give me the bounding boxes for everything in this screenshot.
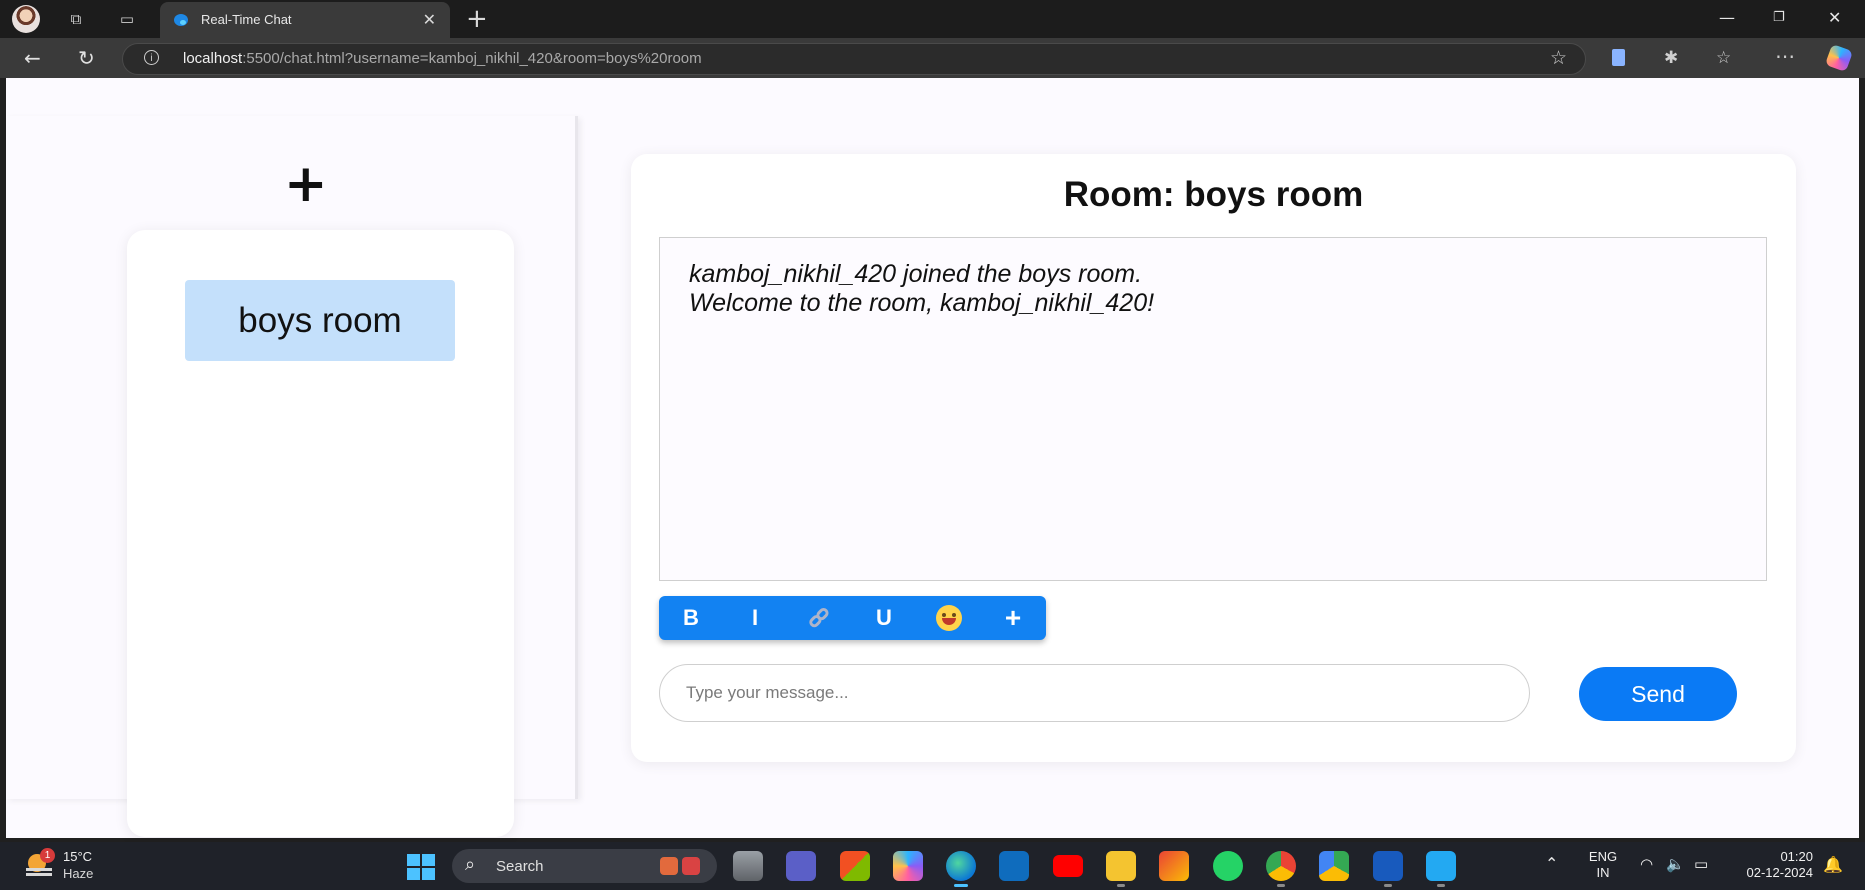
profile-avatar[interactable]: [12, 5, 40, 33]
task-view-icon[interactable]: [733, 851, 763, 881]
italic-button[interactable]: I: [737, 604, 773, 632]
formatting-toolbar: B I U +: [659, 596, 1046, 640]
site-info-icon[interactable]: i: [144, 50, 159, 65]
outlook-icon[interactable]: [999, 851, 1029, 881]
url-host: localhost: [183, 50, 243, 67]
chat-favicon-icon: [174, 14, 188, 26]
search-icon: ⌕: [465, 854, 476, 875]
clock-date: 02-12-2024: [1746, 865, 1814, 880]
extensions-puzzle-icon[interactable]: ✱: [1664, 48, 1678, 68]
browser-tab-bar: ⧉ ▭ Real-Time Chat ✕ + — ❐ ✕: [0, 0, 1865, 38]
battery-icon[interactable]: ▭: [1694, 855, 1708, 873]
lang-region: IN: [1596, 865, 1610, 880]
youtube-icon[interactable]: [1053, 855, 1083, 877]
windows-start-icon[interactable]: [407, 854, 435, 880]
edge-icon[interactable]: [946, 851, 976, 887]
whatsapp-icon[interactable]: [1213, 851, 1243, 881]
restore-button[interactable]: ❐: [1773, 10, 1785, 25]
wifi-icon[interactable]: ◠: [1640, 855, 1653, 873]
extension-icon[interactable]: [1612, 49, 1625, 66]
google-drive-icon[interactable]: [1319, 851, 1349, 881]
new-tab-button[interactable]: +: [466, 4, 488, 34]
search-highlight-icon: [660, 855, 706, 877]
system-clock[interactable]: 01:20 02-12-2024: [1733, 849, 1814, 881]
gmail-icon[interactable]: [1159, 851, 1189, 881]
link-button[interactable]: [802, 604, 838, 632]
room-title: Room: boys room: [1063, 175, 1364, 214]
chrome-icon[interactable]: [1266, 851, 1296, 887]
address-bar-row: ← ↻ i localhost:5500/chat.html?username=…: [0, 38, 1865, 78]
bold-button[interactable]: B: [673, 604, 709, 632]
message-item: kamboj_nikhil_420 joined the boys room.: [689, 260, 1143, 288]
chat-panel: Room: boys room kamboj_nikhil_420 joined…: [631, 154, 1796, 762]
workspaces-icon[interactable]: ⧉: [66, 9, 86, 29]
favorite-star-icon[interactable]: ☆: [1550, 47, 1567, 69]
file-explorer-icon[interactable]: [1106, 851, 1136, 887]
notifications-bell-icon[interactable]: 🔔: [1823, 855, 1843, 874]
tab-close-icon[interactable]: ✕: [423, 10, 436, 29]
smiley-icon: [936, 605, 962, 631]
search-label: Search: [496, 858, 544, 875]
rooms-sidebar: + boys room: [6, 116, 578, 837]
vertical-tabs-icon[interactable]: ▭: [117, 9, 137, 29]
volume-icon[interactable]: 🔈: [1666, 855, 1685, 873]
room-list: boys room: [127, 230, 514, 837]
link-icon: [807, 605, 832, 630]
weather-temp[interactable]: 15°C: [63, 849, 92, 864]
send-button[interactable]: Send: [1579, 667, 1737, 721]
show-hidden-icons-icon[interactable]: ⌃: [1545, 854, 1558, 873]
room-item-boys-room[interactable]: boys room: [185, 280, 455, 361]
word-icon[interactable]: [1373, 851, 1403, 887]
copilot-icon[interactable]: [1824, 43, 1854, 73]
address-bar[interactable]: i localhost:5500/chat.html?username=kamb…: [122, 43, 1586, 75]
message-input[interactable]: [659, 664, 1530, 722]
favorites-icon[interactable]: ☆: [1716, 48, 1731, 68]
language-indicator[interactable]: ENG IN: [1587, 849, 1619, 881]
tab-title: Real-Time Chat: [201, 12, 292, 27]
add-room-button[interactable]: +: [284, 158, 328, 210]
store-icon[interactable]: [840, 851, 870, 881]
taskbar-search[interactable]: ⌕ Search: [452, 849, 717, 883]
back-arrow-icon[interactable]: ←: [24, 46, 41, 70]
more-options-button[interactable]: +: [995, 602, 1031, 633]
emoji-button[interactable]: [931, 604, 967, 632]
url-text[interactable]: localhost:5500/chat.html?username=kamboj…: [183, 50, 702, 67]
lang-primary: ENG: [1588, 849, 1618, 864]
underline-button[interactable]: U: [866, 604, 902, 632]
weather-badge: 1: [40, 848, 55, 863]
window-close-button[interactable]: ✕: [1828, 8, 1841, 27]
message-list[interactable]: kamboj_nikhil_420 joined the boys room. …: [659, 237, 1767, 581]
weather-condition[interactable]: Haze: [63, 866, 93, 881]
url-path: :5500/chat.html?username=kamboj_nikhil_4…: [242, 50, 702, 67]
windows-taskbar: 1 15°C Haze ⌕ Search ⌃ ENG IN ◠ 🔈 ▭ 01:2…: [0, 842, 1865, 890]
page-viewport: + boys room Room: boys room kamboj_nikhi…: [6, 78, 1859, 838]
browser-tab-active[interactable]: Real-Time Chat ✕: [160, 2, 450, 38]
more-menu-icon[interactable]: ⋯: [1775, 44, 1795, 68]
clock-time: 01:20: [1780, 849, 1813, 864]
minimize-button[interactable]: —: [1719, 8, 1735, 27]
teams-icon[interactable]: [786, 851, 816, 881]
vscode-icon[interactable]: [1426, 851, 1456, 887]
copilot-app-icon[interactable]: [893, 851, 923, 881]
message-item: Welcome to the room, kamboj_nikhil_420!: [689, 289, 1155, 317]
reload-icon[interactable]: ↻: [78, 46, 95, 70]
